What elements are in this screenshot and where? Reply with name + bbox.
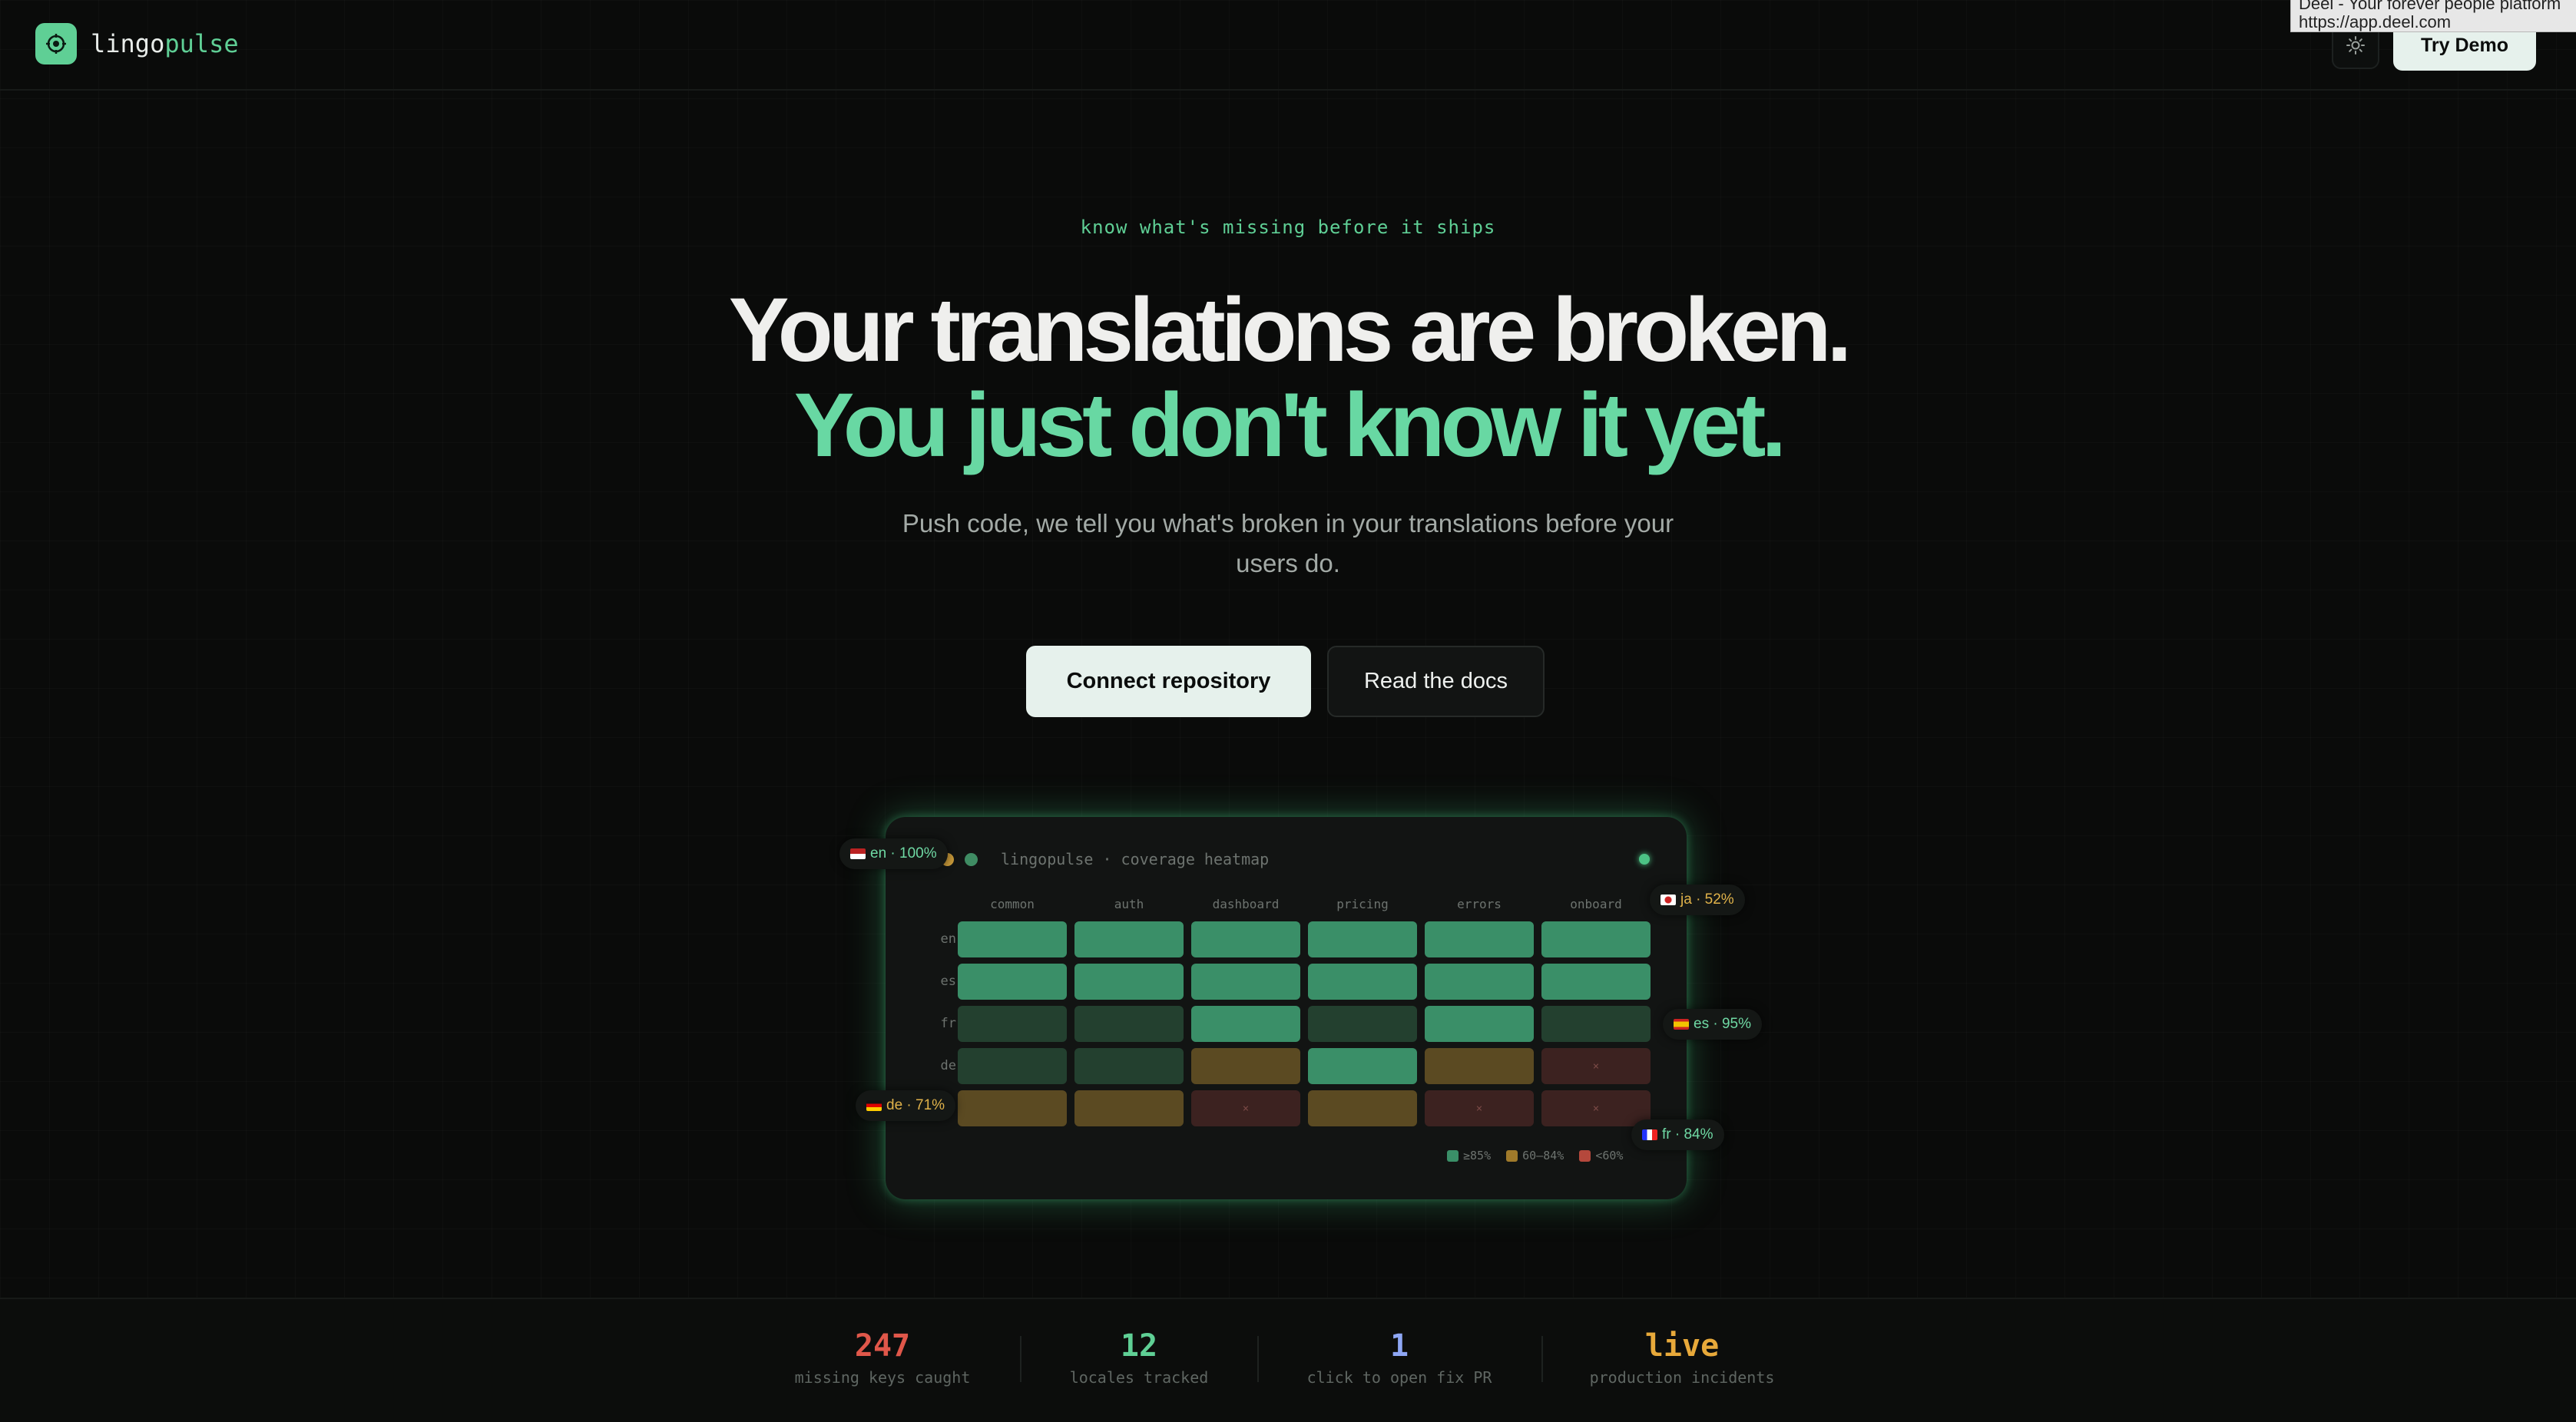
heatmap-legend: ≥85% 60–84% <60% [1447, 1149, 1632, 1162]
heatmap-cell[interactable] [1191, 964, 1300, 1000]
heatmap-column-common: common [990, 897, 1035, 911]
hero-subtext: Push code, we tell you what's broken in … [902, 509, 1674, 577]
logo-text-part2: pulse [164, 29, 239, 58]
connect-repository-button[interactable]: Connect repository [1026, 646, 1311, 717]
stat-label: click to open fix PR [1306, 1368, 1492, 1387]
stat-divider [1541, 1336, 1543, 1382]
heatmap-cell[interactable] [1191, 1006, 1300, 1042]
heatmap-cell[interactable] [1074, 1048, 1184, 1084]
pill-es-label: es · 95% [1694, 1016, 1751, 1032]
pill-es: es · 95% [1663, 1009, 1762, 1040]
legend-item: <60% [1579, 1149, 1623, 1162]
heatmap-column-dashboard: dashboard [1212, 897, 1280, 911]
heatmap-row-label: es [940, 974, 956, 989]
headline-line-2: You just don't know it yet. [793, 375, 1786, 476]
heatmap-cell[interactable] [1308, 1048, 1417, 1084]
heatmap-cell[interactable] [958, 1090, 1067, 1126]
heatmap-cell[interactable] [1541, 1006, 1651, 1042]
heatmap-cell[interactable] [1191, 1048, 1300, 1084]
logo-wordmark[interactable]: lingopulse [91, 29, 239, 58]
heatmap-row-label: fr [940, 1016, 956, 1031]
heatmap-cell[interactable]: × [1191, 1090, 1300, 1126]
status-live-dot [1639, 854, 1650, 865]
stat-item: live production incidents [1521, 1328, 1843, 1387]
pill-ja: ja · 52% [1650, 885, 1745, 915]
browser-tooltip: Deel - Your forever people platform http… [2290, 0, 2576, 32]
pill-ja-label: ja · 52% [1680, 891, 1734, 908]
headline-line-1: Your translations are broken. [728, 279, 1853, 381]
es-flag-icon [1674, 1019, 1689, 1030]
stat-value: 1 [1389, 1328, 1409, 1364]
legend-item: ≥85% [1447, 1149, 1491, 1162]
heatmap-cell[interactable] [1191, 921, 1300, 957]
legend-item: 60–84% [1506, 1149, 1564, 1162]
stat-label: production incidents [1589, 1368, 1775, 1387]
target-icon [46, 34, 66, 54]
heatmap-cell[interactable] [1074, 1090, 1184, 1126]
heatmap-cell[interactable] [1308, 1006, 1417, 1042]
pill-fr-label: fr · 84% [1662, 1126, 1713, 1143]
tooltip-url: https://app.deel.com [2299, 12, 2452, 31]
heatmap-column-onboard: onboard [1570, 897, 1622, 911]
heatmap-column-errors: errors [1457, 897, 1502, 911]
heatmap-cell[interactable] [1541, 964, 1651, 1000]
heatmap-cell[interactable] [1541, 921, 1651, 957]
legend-swatch [1506, 1149, 1518, 1162]
legend-label: 60–84% [1522, 1149, 1564, 1162]
heatmap-column-pricing: pricing [1336, 897, 1389, 911]
stats-bar: 247 missing keys caught 12 locales tracked 1… [0, 1298, 2576, 1422]
heatmap-cell[interactable] [1425, 1048, 1534, 1084]
coverage-heatmap-card: lingopulse · coverage heatmap ≥85% 60–84%… [886, 817, 1687, 1199]
read-docs-button[interactable]: Read the docs [1327, 646, 1545, 717]
heatmap-cell[interactable] [1425, 1006, 1534, 1042]
logo-mark[interactable] [35, 23, 77, 64]
fr-flag-icon [1642, 1129, 1657, 1140]
heatmap-row-label: de [940, 1058, 956, 1073]
heatmap-cell[interactable]: × [1425, 1090, 1534, 1126]
legend-label: <60% [1595, 1149, 1624, 1162]
stat-divider [1020, 1336, 1021, 1382]
window-dot-green [965, 853, 978, 866]
stat-value: live [1644, 1328, 1720, 1364]
heatmap-cell[interactable] [958, 1006, 1067, 1042]
heatmap-cell[interactable] [1308, 921, 1417, 957]
de-flag-icon [866, 1100, 882, 1111]
heatmap-title: lingopulse · coverage heatmap [1001, 850, 1270, 868]
heatmap-cell[interactable] [958, 964, 1067, 1000]
heatmap-cell[interactable] [1308, 1090, 1417, 1126]
us-flag-icon [850, 848, 866, 859]
heatmap-row-label: en [940, 931, 956, 947]
stat-item: 1 click to open fix PR [1238, 1328, 1561, 1387]
legend-label: ≥85% [1463, 1149, 1492, 1162]
heatmap-cell[interactable] [1074, 921, 1184, 957]
hero-tagline: know what's missing before it ships [1080, 217, 1496, 238]
pill-de-label: de · 71% [886, 1097, 945, 1113]
heatmap-cell[interactable]: × [1541, 1048, 1651, 1084]
pill-de: de · 71% [856, 1090, 956, 1121]
heatmap-cell[interactable] [1425, 921, 1534, 957]
stat-divider [1257, 1336, 1259, 1382]
site-header: lingopulse Try Demo [0, 0, 2576, 91]
heatmap-cell[interactable] [958, 1048, 1067, 1084]
legend-swatch [1447, 1149, 1459, 1162]
heatmap-cell[interactable] [1425, 964, 1534, 1000]
legend-swatch [1579, 1149, 1591, 1162]
logo-text-part1: lingo [91, 29, 165, 58]
tooltip-title: Deel - Your forever people platform [2299, 0, 2561, 13]
heatmap-cell[interactable] [1074, 1006, 1184, 1042]
heatmap-cell[interactable] [1074, 964, 1184, 1000]
sun-icon [2346, 36, 2365, 55]
heatmap-cell[interactable]: × [1541, 1090, 1651, 1126]
jp-flag-icon [1660, 895, 1676, 905]
heatmap-cell[interactable] [1308, 964, 1417, 1000]
pill-en-label: en · 100% [870, 845, 937, 861]
heatmap-cell[interactable] [958, 921, 1067, 957]
pill-en: en · 100% [839, 838, 948, 869]
pill-fr: fr · 84% [1631, 1119, 1724, 1150]
hero-headline: Your translations are broken. You just d… [0, 283, 2576, 473]
heatmap-column-auth: auth [1114, 897, 1144, 911]
